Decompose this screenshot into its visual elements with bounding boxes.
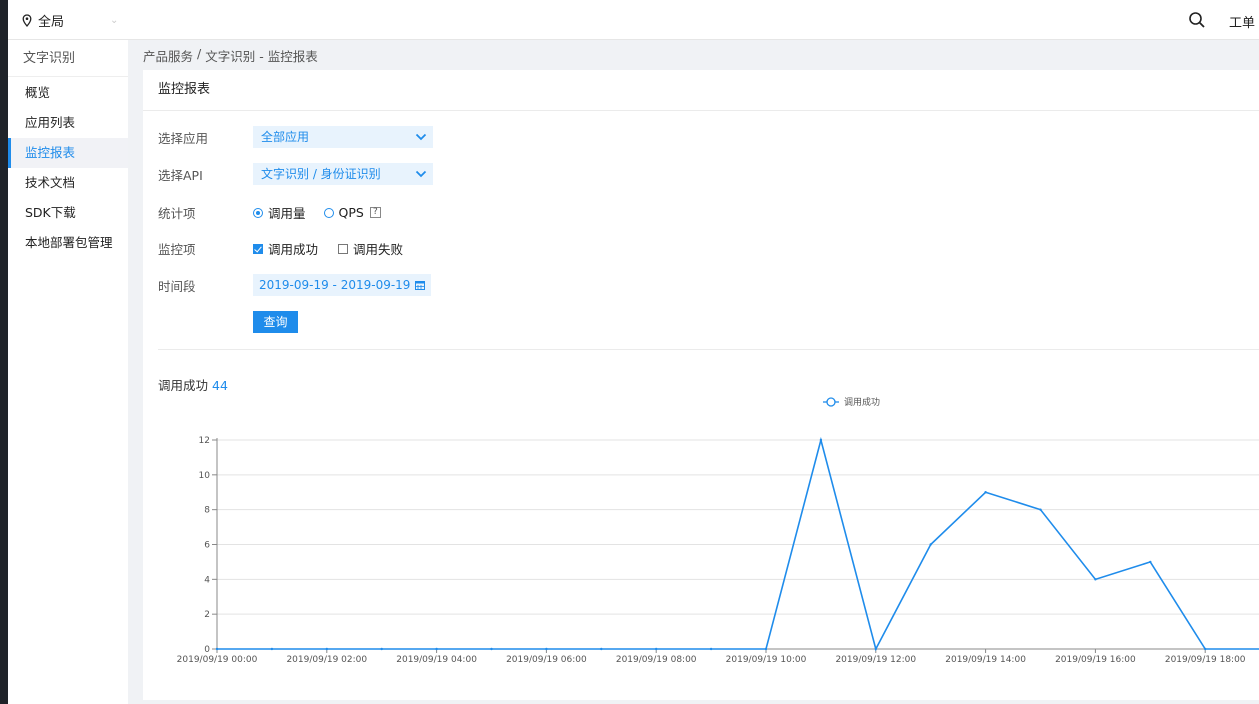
x-tick-label: 2019/09/19 18:00 — [1165, 655, 1246, 665]
data-point — [215, 647, 219, 651]
x-tick-label: 2019/09/19 10:00 — [726, 655, 807, 665]
location-pin-icon — [22, 14, 32, 27]
app-label: 选择应用 — [158, 130, 209, 146]
chevron-down-icon — [415, 170, 427, 178]
sidebar-item-app-list[interactable]: 应用列表 — [8, 108, 128, 138]
api-row: 选择API 文字识别 / 身份证识别 — [158, 163, 433, 185]
x-tick-label: 2019/09/19 16:00 — [1055, 655, 1136, 665]
data-point — [709, 647, 713, 651]
y-tick-label: 6 — [204, 541, 210, 551]
data-point — [270, 647, 274, 651]
x-tick-label: 2019/09/19 12:00 — [835, 655, 916, 665]
radio-unselected-icon — [323, 207, 334, 218]
app-select[interactable]: 全部应用 — [253, 126, 433, 148]
data-point — [1204, 647, 1207, 651]
data-point — [655, 647, 658, 651]
divider — [158, 349, 1259, 350]
data-point — [764, 647, 768, 651]
sidebar-item-tech-docs[interactable]: 技术文档 — [8, 168, 128, 198]
chevron-down-icon: ⌄ — [110, 15, 119, 26]
app-row: 选择应用 全部应用 — [158, 126, 433, 148]
stat-radio-calls[interactable]: 调用量 — [253, 203, 306, 222]
period-row: 时间段 2019-09-19 - 2019-09-19 — [158, 274, 432, 296]
x-tick-label: 2019/09/19 04:00 — [396, 655, 477, 665]
monitor-row: 监控项 调用成功 调用失败 — [158, 239, 423, 258]
data-point — [490, 647, 493, 651]
query-button[interactable]: 查询 — [253, 311, 298, 333]
region-label: 全局 — [38, 15, 65, 30]
api-select-value: 文字识别 / 身份证识别 — [261, 167, 381, 181]
data-point — [1039, 508, 1042, 511]
data-point — [325, 647, 328, 651]
y-tick-label: 4 — [204, 575, 210, 585]
panel-title: 监控报表 — [143, 70, 1259, 111]
data-point — [1094, 578, 1097, 581]
checkbox-checked-icon — [253, 243, 263, 254]
monitor-check-failure-label: 调用失败 — [353, 242, 404, 257]
y-tick-label: 8 — [204, 506, 210, 516]
api-label: 选择API — [158, 167, 203, 183]
legend-marker — [826, 397, 836, 407]
x-tick-label: 2019/09/19 14:00 — [945, 655, 1026, 665]
left-edge-bar — [0, 0, 8, 704]
stat-radio-qps-label: QPS — [338, 205, 364, 220]
stat-radio-calls-label: 调用量 — [268, 206, 306, 221]
api-select[interactable]: 文字识别 / 身份证识别 — [253, 163, 433, 185]
period-label: 时间段 — [158, 278, 196, 294]
data-point — [600, 647, 603, 651]
calendar-icon — [415, 281, 426, 290]
sidebar-item-local-deploy[interactable]: 本地部署包管理 — [8, 228, 128, 258]
app-select-value: 全部应用 — [261, 130, 310, 144]
x-tick-label: 2019/09/19 00:00 — [177, 655, 258, 665]
radio-selected-icon — [253, 207, 263, 218]
data-point — [984, 491, 987, 494]
stat-radio-qps[interactable]: QPS ? — [323, 205, 381, 220]
sidebar-item-overview[interactable]: 概览 — [8, 78, 128, 108]
stat-label: 统计项 — [158, 206, 196, 221]
y-tick-label: 0 — [204, 645, 210, 655]
breadcrumb-separator: / — [197, 46, 202, 61]
chevron-down-icon — [415, 133, 427, 141]
x-tick-label: 2019/09/19 02:00 — [286, 655, 367, 665]
data-point — [819, 438, 823, 442]
data-point — [380, 647, 383, 651]
data-point — [435, 647, 438, 651]
help-icon[interactable]: ? — [369, 207, 381, 218]
breadcrumb: 产品服务 / 文字识别 - 监控报表 — [143, 46, 318, 65]
x-tick-label: 2019/09/19 08:00 — [616, 655, 697, 665]
sidebar-item-monitor-report[interactable]: 监控报表 — [8, 138, 128, 168]
data-point — [545, 647, 548, 651]
breadcrumb-root[interactable]: 产品服务 — [143, 46, 193, 65]
data-point — [874, 647, 877, 651]
search-icon[interactable] — [1187, 10, 1207, 30]
monitor-check-success[interactable]: 调用成功 — [253, 239, 318, 258]
sidebar: 文字识别 概览 应用列表 监控报表 技术文档 SDK下载 本地部署包管理 — [8, 40, 128, 704]
top-bar: 全局 ⌄ 工单 — [8, 0, 1259, 40]
x-tick-label: 2019/09/19 06:00 — [506, 655, 587, 665]
y-tick-label: 10 — [199, 471, 211, 481]
monitor-check-success-label: 调用成功 — [268, 242, 319, 257]
monitor-label: 监控项 — [158, 242, 196, 257]
sidebar-title: 文字识别 — [8, 40, 128, 77]
ticket-link[interactable]: 工单 — [1229, 12, 1255, 31]
breadcrumb-current: 文字识别 - 监控报表 — [205, 49, 318, 64]
y-tick-label: 12 — [199, 436, 210, 446]
monitor-check-failure[interactable]: 调用失败 — [338, 239, 403, 258]
y-tick-label: 2 — [204, 610, 210, 620]
stat-row: 统计项 调用量 QPS ? — [158, 203, 399, 222]
legend-label: 调用成功 — [844, 396, 880, 408]
date-range-picker[interactable]: 2019-09-19 - 2019-09-19 — [253, 274, 432, 296]
data-point — [1149, 560, 1152, 564]
date-range-value: 2019-09-19 - 2019-09-19 — [259, 278, 411, 292]
line-chart: 调用成功 0 2 4 6 8 10 12 2019/09/19 00:00 2019/09/19 … — [177, 396, 1259, 665]
checkbox-unchecked-icon — [338, 243, 349, 254]
data-point — [929, 543, 932, 546]
region-selector[interactable]: 全局 ⌄ — [22, 11, 118, 30]
sidebar-item-sdk-download[interactable]: SDK下载 — [8, 198, 128, 228]
